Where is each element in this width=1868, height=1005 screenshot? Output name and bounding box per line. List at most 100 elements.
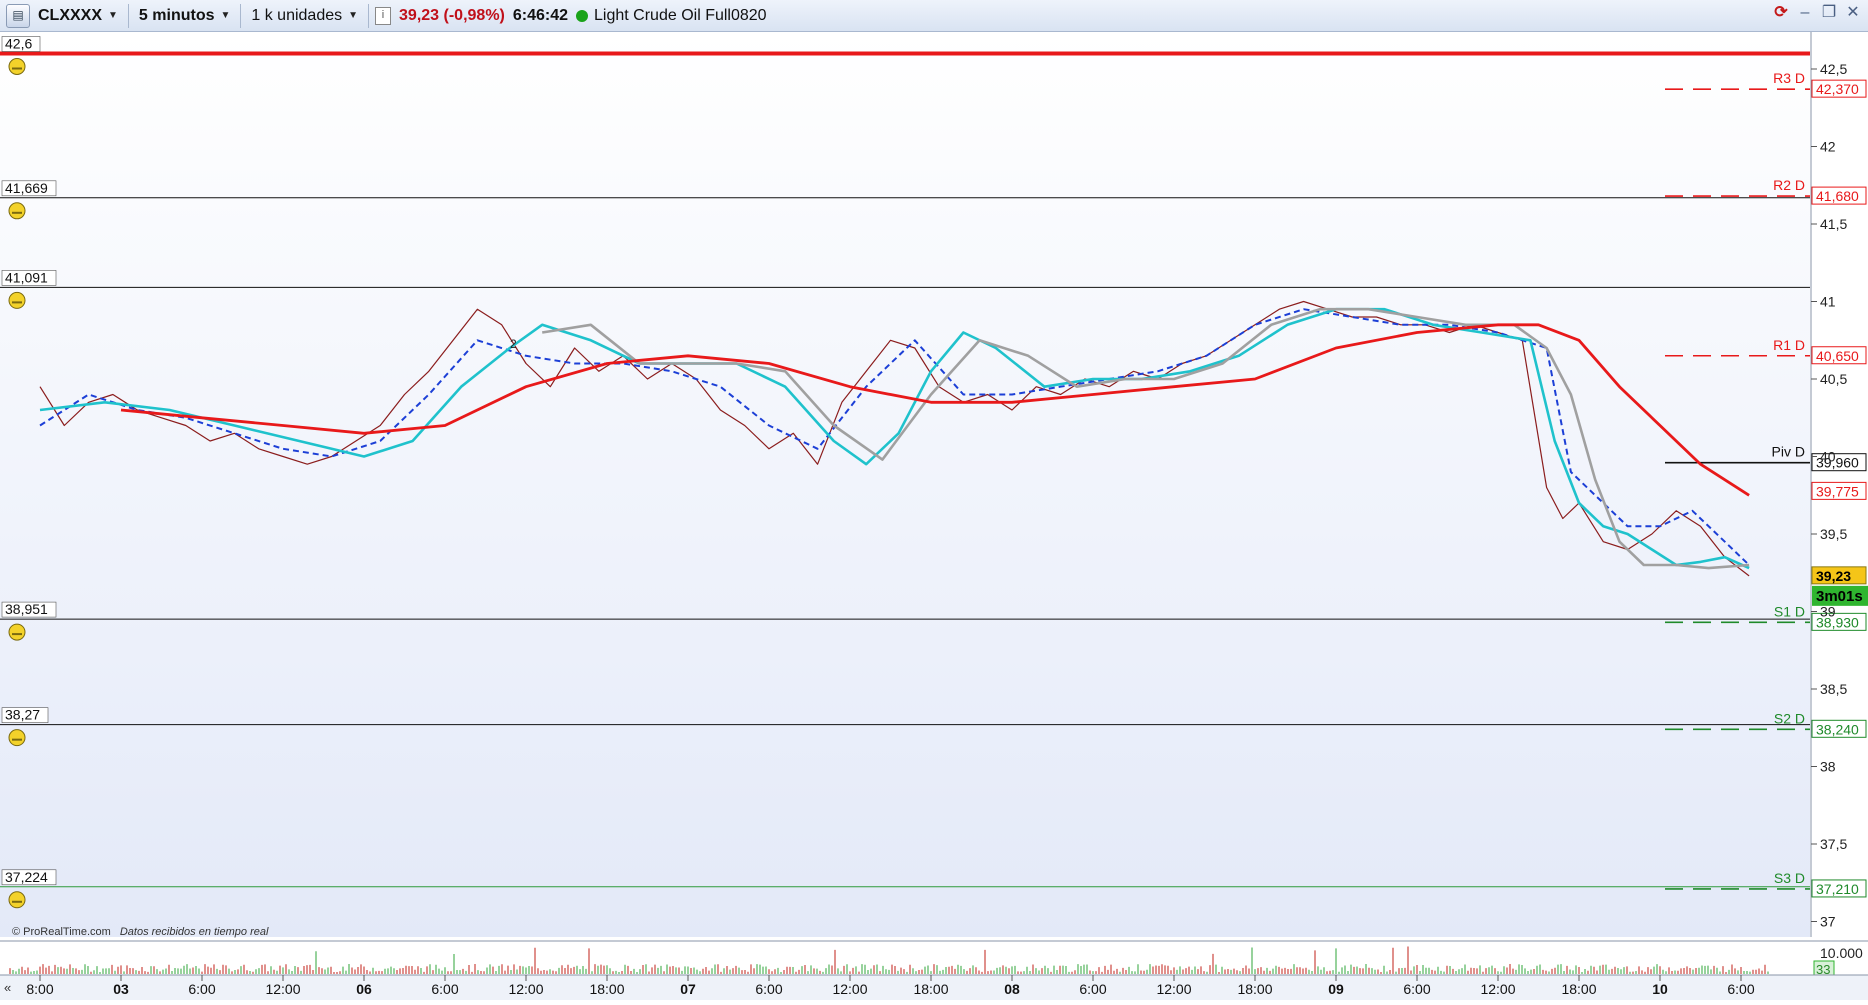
bell-icon-body — [8, 58, 26, 75]
pivot-name: S1 D — [1774, 603, 1805, 619]
x-tick-label: 08 — [1004, 981, 1020, 997]
symbol-label: CLXXXX — [38, 6, 103, 24]
bell-icon-base — [12, 211, 22, 214]
pivot-name: Piv D — [1772, 444, 1805, 460]
y-tick-label: 38,5 — [1820, 681, 1847, 697]
bell-icon-base — [12, 633, 22, 636]
alert-label: 38,27 — [5, 707, 40, 723]
pivot-value: 40,650 — [1816, 348, 1859, 364]
y-tick-label: 40,5 — [1820, 371, 1847, 387]
ma-value-label: 39,775 — [1816, 483, 1859, 499]
symbol-dropdown[interactable]: CLXXXX ▼ — [34, 7, 122, 25]
y-tick-label: 41 — [1820, 294, 1836, 310]
timeframe-dropdown[interactable]: 5 minutos ▼ — [135, 7, 234, 25]
current-price-label: 39,23 — [1816, 568, 1851, 584]
x-tick-label: 18:00 — [589, 981, 624, 997]
timeframe-label: 5 minutos — [138, 6, 215, 24]
x-tick-label: 6:00 — [1079, 981, 1106, 997]
bell-icon[interactable] — [8, 623, 26, 641]
x-tick-label: 18:00 — [1237, 981, 1272, 997]
y-tick-label: 38 — [1820, 759, 1836, 775]
chart-toolbar: ▤ CLXXXX ▼ 5 minutos ▼ 1 k unidades ▼ i … — [0, 0, 1868, 32]
x-tick-label: 18:00 — [913, 981, 948, 997]
y-tick-label: 40 — [1820, 449, 1836, 465]
volume-scale-label: 10.000 — [1820, 945, 1863, 961]
bell-icon-body — [8, 202, 26, 220]
chart-marker: 2 — [510, 337, 517, 351]
alert-label: 41,091 — [5, 269, 48, 285]
chevron-down-icon: ▼ — [220, 10, 231, 21]
bell-icon[interactable] — [8, 729, 26, 747]
pivot-value: 37,210 — [1816, 881, 1859, 897]
copyright-label: © ProRealTime.com — [12, 926, 111, 938]
restore-icon[interactable]: ❐ — [1820, 4, 1838, 22]
alert-label: 42,6 — [5, 36, 32, 52]
close-icon[interactable]: ✕ — [1844, 4, 1862, 22]
data-note: Datos recibidos en tiempo real — [120, 926, 269, 938]
x-tick-label: 6:00 — [1403, 981, 1430, 997]
x-tick-label: 12:00 — [832, 981, 867, 997]
refresh-icon[interactable]: ⟳ — [1772, 4, 1790, 22]
x-tick-label: 10 — [1652, 981, 1668, 997]
bell-icon[interactable] — [8, 58, 26, 75]
bell-icon-body — [8, 891, 26, 909]
bell-icon[interactable] — [8, 202, 26, 220]
alert-label: 38,951 — [5, 601, 48, 617]
units-dropdown[interactable]: 1 k unidades ▼ — [247, 7, 362, 25]
x-tick-label: 12:00 — [265, 981, 300, 997]
server-time: 6:46:42 — [512, 6, 569, 24]
bell-icon-base — [12, 900, 22, 903]
bell-icon-body — [8, 291, 26, 309]
chart-menu-icon[interactable]: ▤ — [6, 3, 30, 28]
y-tick-label: 42,5 — [1820, 61, 1847, 77]
pivot-value: 41,680 — [1816, 188, 1859, 204]
status-dot-icon — [576, 9, 589, 22]
price-chart-svg[interactable]: 42,6 41,669 41,091 38,951 38,27 37,224 R3 D 42… — [0, 32, 1868, 1000]
x-tick-label: 6:00 — [188, 981, 215, 997]
price-chart[interactable]: 42,6 41,669 41,091 38,951 38,27 37,224 R3 D 42… — [0, 32, 1868, 1000]
window-controls: ⟳ – ❐ ✕ — [1772, 4, 1862, 22]
bell-icon-base — [12, 301, 22, 304]
minimize-icon[interactable]: – — [1796, 4, 1814, 22]
x-tick-label: 8:00 — [26, 981, 53, 997]
countdown-label: 3m01s — [1816, 588, 1863, 605]
x-tick-label: 6:00 — [431, 981, 458, 997]
pivot-value: 38,240 — [1816, 721, 1859, 737]
y-tick-label: 37,5 — [1820, 836, 1847, 852]
chevron-down-icon: ▼ — [348, 10, 359, 21]
x-tick-label: 06 — [356, 981, 372, 997]
x-tick-label: 18:00 — [1561, 981, 1596, 997]
x-tick-label: 6:00 — [1727, 981, 1754, 997]
toolbar-divider — [240, 3, 242, 28]
x-tick-label: 12:00 — [1480, 981, 1515, 997]
pivot-name: S3 D — [1774, 870, 1805, 886]
y-tick-label: 39,5 — [1820, 526, 1847, 542]
x-tick-label: 12:00 — [508, 981, 543, 997]
pivot-name: R3 D — [1773, 70, 1805, 86]
info-icon[interactable]: i — [375, 6, 392, 25]
alert-label: 37,224 — [5, 869, 48, 885]
y-tick-label: 42 — [1820, 139, 1836, 155]
pivot-name: S2 D — [1774, 710, 1805, 726]
price-change: 39,23 (-0,98%) — [399, 6, 505, 24]
toolbar-divider — [127, 3, 129, 28]
alert-label: 41,669 — [5, 180, 48, 196]
chevron-down-icon: ▼ — [108, 10, 118, 21]
bell-icon-body — [8, 623, 26, 641]
y-tick-label: 39 — [1820, 604, 1836, 620]
x-tick-label: 12:00 — [1156, 981, 1191, 997]
y-tick-label: 41,5 — [1820, 216, 1847, 232]
toolbar-divider — [368, 3, 370, 28]
units-label: 1 k unidades — [251, 6, 343, 24]
scroll-left-icon[interactable]: « — [4, 980, 11, 995]
pivot-name: R1 D — [1773, 337, 1805, 353]
x-tick-label: 07 — [680, 981, 696, 997]
bell-icon[interactable] — [8, 891, 26, 909]
pivot-value: 42,370 — [1816, 81, 1859, 97]
bell-icon-body — [8, 729, 26, 747]
x-tick-label: 03 — [113, 981, 129, 997]
bell-icon[interactable] — [8, 291, 26, 309]
x-tick-label: 6:00 — [755, 981, 782, 997]
x-tick-label: 09 — [1328, 981, 1344, 997]
y-tick-label: 37 — [1820, 914, 1836, 930]
